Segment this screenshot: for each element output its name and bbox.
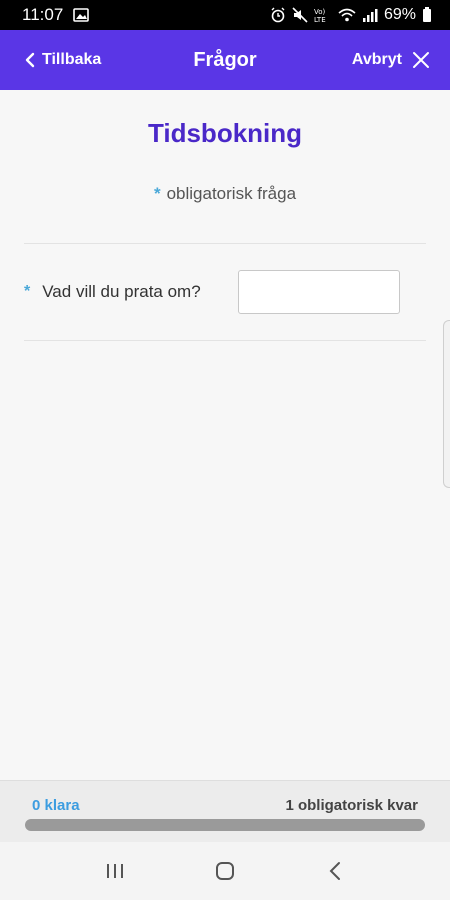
required-note-text: obligatorisk fråga xyxy=(166,184,297,203)
question-required-asterisk: * xyxy=(24,283,31,300)
mute-icon xyxy=(292,7,308,23)
divider-bottom xyxy=(24,340,426,341)
question-answer-input[interactable] xyxy=(238,270,400,314)
recent-apps-button[interactable] xyxy=(95,851,135,891)
side-scroll-handle[interactable] xyxy=(443,320,450,488)
divider-top xyxy=(24,243,426,244)
system-back-button[interactable] xyxy=(315,851,355,891)
svg-text:Vo): Vo) xyxy=(314,8,326,16)
android-nav-bar xyxy=(0,842,450,900)
status-bar: 11:07 Vo) LTE 69% xyxy=(0,0,450,30)
required-note: * obligatorisk fråga xyxy=(0,184,450,204)
chevron-left-icon xyxy=(24,52,36,68)
done-count: 0 klara xyxy=(32,797,80,814)
home-icon xyxy=(214,860,236,882)
alarm-icon xyxy=(270,7,286,23)
home-button[interactable] xyxy=(205,851,245,891)
svg-text:LTE: LTE xyxy=(314,16,326,23)
image-icon xyxy=(73,8,90,22)
progress-bar xyxy=(25,819,425,831)
form-title: Tidsbokning xyxy=(147,118,303,148)
battery-icon xyxy=(422,7,432,23)
wifi-icon xyxy=(338,7,356,23)
status-time: 11:07 xyxy=(22,5,64,24)
cancel-button[interactable]: Avbryt xyxy=(352,30,430,90)
top-nav-bar: Tillbaka Frågor Avbryt xyxy=(0,30,450,90)
cancel-label: Avbryt xyxy=(351,51,402,68)
volte-icon: Vo) LTE xyxy=(314,7,332,23)
back-label: Tillbaka xyxy=(42,51,102,68)
question-label: Vad vill du prata om? xyxy=(42,282,201,301)
required-asterisk: * xyxy=(153,184,161,203)
signal-icon xyxy=(362,7,378,23)
status-left: 11:07 xyxy=(22,5,90,25)
back-arrow-icon xyxy=(327,860,343,882)
status-right: Vo) LTE 69% xyxy=(270,6,432,24)
form-content: Tidsbokning * obligatorisk fråga * Vad vi… xyxy=(0,90,450,780)
recent-apps-icon xyxy=(104,861,126,881)
question-row: * Vad vill du prata om? xyxy=(24,270,426,314)
battery-percent: 69% xyxy=(383,6,416,23)
remaining-count: 1 obligatorisk kvar xyxy=(285,797,418,814)
back-button[interactable]: Tillbaka xyxy=(24,30,101,90)
close-icon xyxy=(412,51,430,69)
progress-footer: 0 klara 1 obligatorisk kvar xyxy=(0,780,450,842)
